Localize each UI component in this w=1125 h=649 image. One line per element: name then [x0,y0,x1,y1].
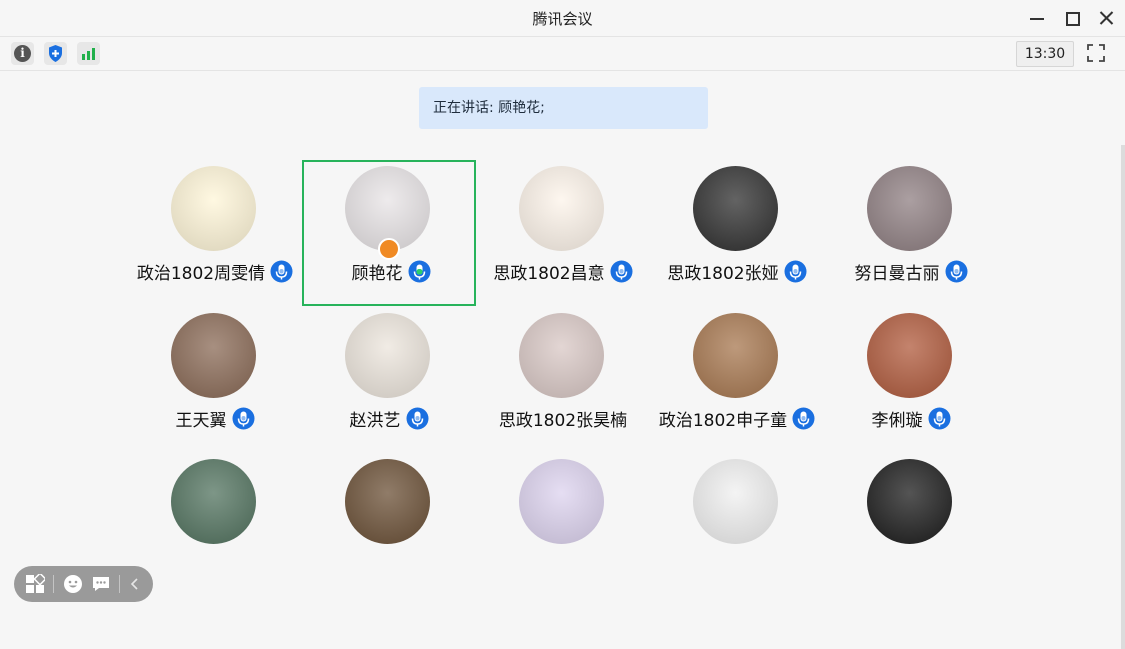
layout-icon [26,572,47,593]
network-status-button[interactable] [77,42,100,65]
chat-button[interactable] [91,574,111,594]
participant-name: 政治1802周雯倩 [136,264,266,284]
participant-name: 李俐璇 [871,411,923,431]
participant-tile[interactable] [128,453,302,599]
participant-name-line: 王天翼 [128,406,302,431]
mic-icon [792,407,815,430]
participant-name-line: 思政1802张昊楠 [476,406,650,431]
participant-tile[interactable] [302,453,476,599]
meeting-info-button[interactable]: i [11,42,34,65]
layout-button[interactable] [25,572,47,594]
title-bar: 腾讯会议 [0,0,1125,36]
participant-avatar [171,166,256,251]
window-title: 腾讯会议 [532,10,593,28]
participant-avatar [345,459,430,544]
floating-toolbar [14,566,153,602]
speaking-label: 正在讲话: 顾艳花; [433,100,545,116]
minimize-icon[interactable] [1027,8,1047,28]
participant-avatar [171,459,256,544]
participant-name: 努日曼古丽 [854,264,940,284]
participant-name: 政治1802申子童 [658,411,788,431]
participant-name-line: 政治1802周雯倩 [128,259,302,284]
scrollbar[interactable] [1121,145,1125,649]
participant-tile[interactable]: 努日曼古丽 [824,160,998,306]
participant-tile[interactable]: 李俐璇 [824,307,998,453]
close-icon[interactable] [1097,8,1117,28]
meeting-toolbar: i 13:30 [0,36,1125,71]
participant-tile[interactable]: 赵洪艺 [302,307,476,453]
participant-avatar [345,313,430,398]
participant-name: 思政1802张娅 [667,264,779,284]
participant-tile[interactable]: 政治1802周雯倩 [128,160,302,306]
participant-tile[interactable] [650,453,824,599]
mic-icon [945,260,967,283]
chat-icon [93,577,109,591]
participant-name-line: 顾艳花 [304,259,478,284]
participant-tile[interactable] [476,453,650,599]
signal-strength-icon [82,48,95,60]
mic-speaking-icon [408,260,430,283]
participant-name: 思政1802张昊楠 [498,411,628,431]
participant-tile[interactable]: 思政1802昌意 [476,160,650,306]
participant-name: 赵洪艺 [349,411,401,431]
participant-avatar [867,313,952,398]
host-badge-icon [378,238,400,260]
participant-tile[interactable] [824,453,998,599]
participant-name-line: 思政1802张娅 [650,259,824,284]
participant-tile[interactable]: 思政1802张昊楠 [476,307,650,453]
participant-name: 王天翼 [175,411,227,431]
participant-avatar [519,313,604,398]
mic-icon [270,260,293,283]
info-icon: i [14,45,31,62]
security-shield-icon [49,45,62,62]
participant-name-line: 政治1802申子童 [650,406,824,431]
participant-avatar [171,313,256,398]
emoji-icon [64,575,82,593]
participant-avatar [693,459,778,544]
collapse-chevron-icon [130,578,138,590]
participant-name-line: 赵洪艺 [302,406,476,431]
fullscreen-icon [1087,44,1105,62]
mic-icon [610,260,633,283]
mic-icon [406,407,428,430]
meeting-clock: 13:30 [1016,41,1074,67]
participant-avatar [867,459,952,544]
participant-avatar [867,166,952,251]
participant-name-line: 努日曼古丽 [824,259,998,284]
divider [53,575,54,593]
mic-icon [784,260,807,283]
participant-avatar [519,166,604,251]
collapse-toolbar-button[interactable] [125,574,145,594]
participant-avatar [693,313,778,398]
participant-name: 顾艳花 [351,264,403,284]
security-button[interactable] [44,42,67,65]
speaking-indicator: 正在讲话: 顾艳花; [419,87,708,129]
participant-avatar [693,166,778,251]
fullscreen-button[interactable] [1086,43,1106,63]
participant-tile[interactable]: 王天翼 [128,307,302,453]
divider [119,575,120,593]
participant-tile[interactable]: 顾艳花 [302,160,476,306]
participant-name-line: 李俐璇 [824,406,998,431]
mic-icon [928,407,950,430]
participant-name: 思政1802昌意 [493,264,605,284]
participant-tile[interactable]: 思政1802张娅 [650,160,824,306]
maximize-icon[interactable] [1062,8,1082,28]
mic-icon [232,407,254,430]
participant-avatar [519,459,604,544]
participant-name-line: 思政1802昌意 [476,259,650,284]
emoji-button[interactable] [63,574,83,594]
participant-tile[interactable]: 政治1802申子童 [650,307,824,453]
